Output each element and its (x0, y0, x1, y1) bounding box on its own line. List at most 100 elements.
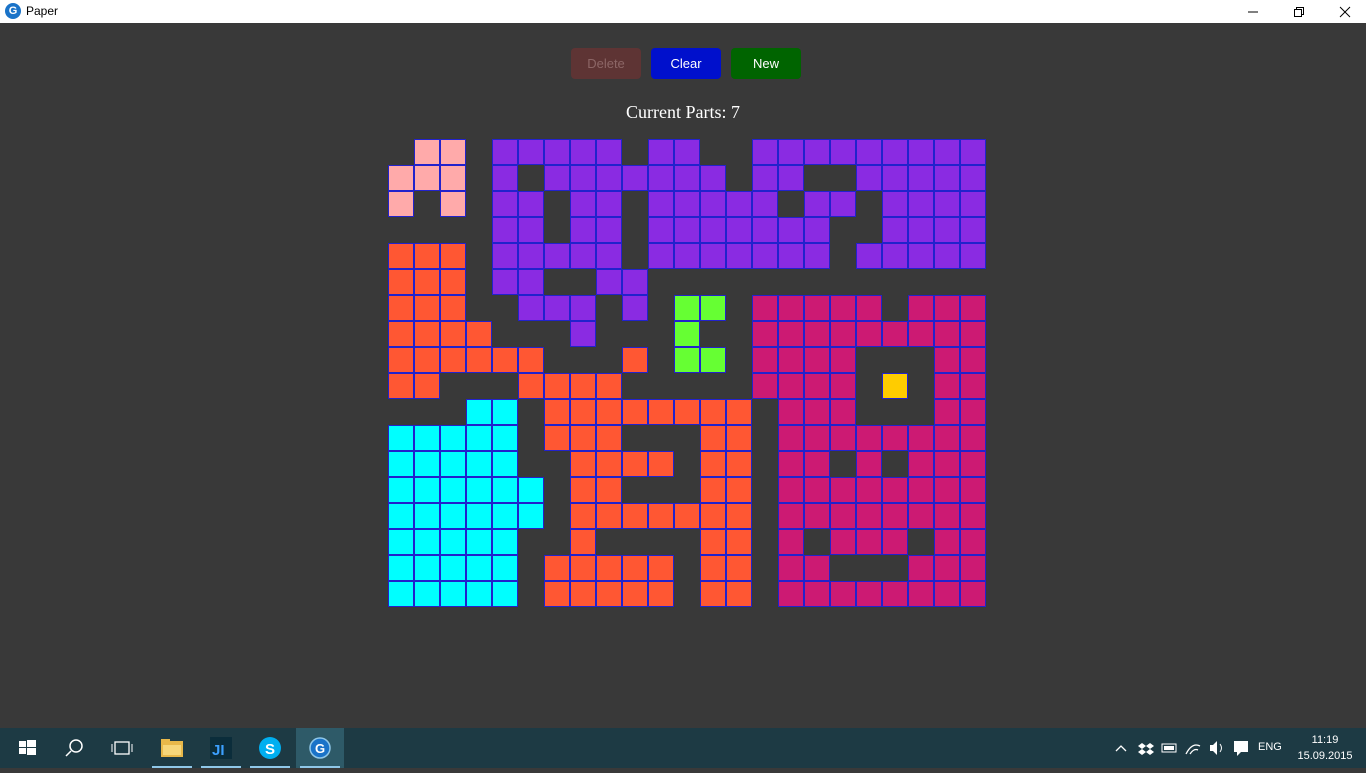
paper-app-button[interactable]: G (296, 728, 344, 768)
board-cell[interactable] (752, 373, 778, 399)
board-cell[interactable] (440, 425, 466, 451)
board-cell[interactable] (934, 503, 960, 529)
board-cell[interactable] (960, 165, 986, 191)
board-cell[interactable] (414, 269, 440, 295)
board-cell[interactable] (492, 191, 518, 217)
board-cell[interactable] (440, 503, 466, 529)
board-cell[interactable] (466, 581, 492, 607)
board-cell[interactable] (648, 399, 674, 425)
board-cell[interactable] (752, 295, 778, 321)
board-cell[interactable] (700, 243, 726, 269)
board-cell[interactable] (700, 477, 726, 503)
board-cell[interactable] (388, 321, 414, 347)
board-cell[interactable] (960, 321, 986, 347)
board-cell[interactable] (414, 581, 440, 607)
skype-button[interactable]: S (246, 728, 294, 768)
board-cell[interactable] (960, 139, 986, 165)
board-cell[interactable] (882, 243, 908, 269)
board-cell[interactable] (596, 503, 622, 529)
board-cell[interactable] (388, 555, 414, 581)
board-cell[interactable] (882, 191, 908, 217)
board-cell[interactable] (960, 451, 986, 477)
board-cell[interactable] (414, 321, 440, 347)
board-cell[interactable] (414, 165, 440, 191)
board-cell[interactable] (492, 529, 518, 555)
board-cell[interactable] (778, 347, 804, 373)
board-cell[interactable] (518, 243, 544, 269)
board-cell[interactable] (726, 477, 752, 503)
board-cell[interactable] (414, 451, 440, 477)
board-cell[interactable] (414, 139, 440, 165)
board-cell[interactable] (596, 269, 622, 295)
board-cell[interactable] (440, 295, 466, 321)
board-cell[interactable] (388, 191, 414, 217)
board-cell[interactable] (778, 529, 804, 555)
board-cell[interactable] (934, 373, 960, 399)
board-cell[interactable] (960, 347, 986, 373)
board-cell[interactable] (830, 347, 856, 373)
board-cell[interactable] (388, 373, 414, 399)
board-cell[interactable] (570, 243, 596, 269)
board-cell[interactable] (934, 217, 960, 243)
board-cell[interactable] (700, 399, 726, 425)
board-cell[interactable] (648, 581, 674, 607)
board-cell[interactable] (492, 217, 518, 243)
board-cell[interactable] (830, 321, 856, 347)
board-cell[interactable] (570, 581, 596, 607)
board-cell[interactable] (882, 217, 908, 243)
board-cell[interactable] (648, 165, 674, 191)
board-cell[interactable] (908, 191, 934, 217)
board-cell[interactable] (648, 217, 674, 243)
dropbox-icon[interactable] (1138, 743, 1154, 755)
board-cell[interactable] (856, 165, 882, 191)
board-cell[interactable] (856, 451, 882, 477)
board-cell[interactable] (726, 217, 752, 243)
board-cell[interactable] (908, 555, 934, 581)
board-cell[interactable] (778, 451, 804, 477)
board-cell[interactable] (856, 295, 882, 321)
board-cell[interactable] (960, 503, 986, 529)
board-cell[interactable] (804, 139, 830, 165)
board-cell[interactable] (882, 529, 908, 555)
board-cell[interactable] (492, 425, 518, 451)
board-cell[interactable] (804, 295, 830, 321)
board-cell[interactable] (492, 243, 518, 269)
board-cell[interactable] (960, 217, 986, 243)
board-cell[interactable] (960, 399, 986, 425)
board-cell[interactable] (778, 243, 804, 269)
board-cell[interactable] (778, 165, 804, 191)
board-cell[interactable] (778, 373, 804, 399)
board-cell[interactable] (388, 503, 414, 529)
board-cell[interactable] (440, 529, 466, 555)
board-cell[interactable] (804, 373, 830, 399)
board-cell[interactable] (414, 529, 440, 555)
board-cell[interactable] (674, 321, 700, 347)
board-cell[interactable] (492, 139, 518, 165)
board-cell[interactable] (570, 321, 596, 347)
board-cell[interactable] (934, 191, 960, 217)
board-cell[interactable] (518, 139, 544, 165)
task-view-button[interactable] (98, 728, 146, 768)
board-cell[interactable] (830, 581, 856, 607)
board-cell[interactable] (596, 139, 622, 165)
board-cell[interactable] (388, 269, 414, 295)
board-cell[interactable] (700, 217, 726, 243)
board-cell[interactable] (726, 399, 752, 425)
board-cell[interactable] (596, 451, 622, 477)
board-cell[interactable] (960, 425, 986, 451)
board-cell[interactable] (492, 503, 518, 529)
board-cell[interactable] (544, 139, 570, 165)
board-cell[interactable] (726, 243, 752, 269)
board-cell[interactable] (778, 295, 804, 321)
board-cell[interactable] (804, 243, 830, 269)
board-cell[interactable] (804, 581, 830, 607)
board-cell[interactable] (934, 477, 960, 503)
board-cell[interactable] (440, 269, 466, 295)
board-cell[interactable] (908, 503, 934, 529)
board-cell[interactable] (700, 503, 726, 529)
board-cell[interactable] (908, 581, 934, 607)
board-cell[interactable] (778, 581, 804, 607)
board-cell[interactable] (388, 243, 414, 269)
board-cell[interactable] (388, 347, 414, 373)
board-cell[interactable] (570, 503, 596, 529)
